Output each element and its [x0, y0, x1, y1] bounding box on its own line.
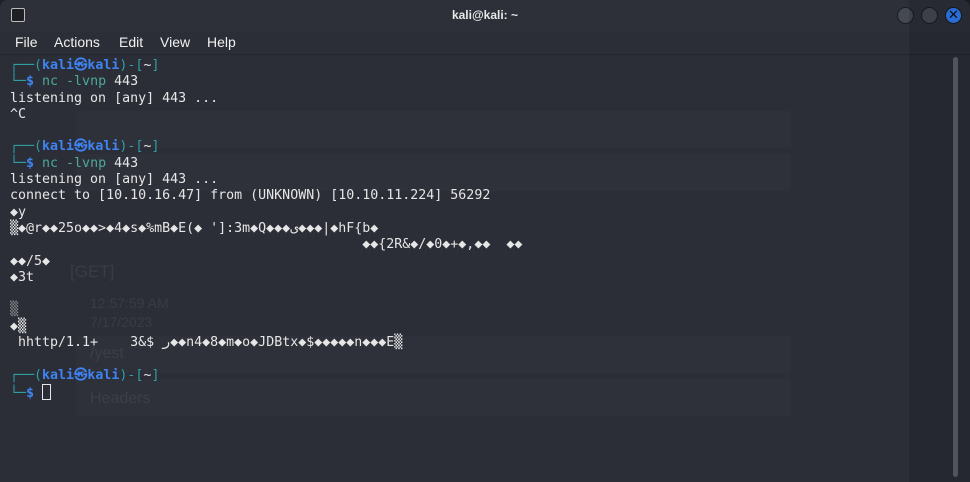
terminal-text: ┌──(	[10, 367, 43, 383]
output-line: ◆▒	[10, 318, 27, 334]
output-line: ^C	[10, 106, 27, 122]
output-line: hhttp/1.1+ 3&$ ر◆◆n4◆8◆m◆o◆JDBtx◆$◆◆◆◆◆n…	[10, 335, 403, 351]
side-shade	[909, 0, 970, 482]
terminal-text: ㉿	[74, 139, 88, 155]
menu-bar: File Actions Edit View Help	[0, 32, 970, 55]
output-line: ▒◆@r◆◆25o◆◆>◆4◆s◆%mB◆E(◆ ']:3m◆Q◆◆◆ى◆◆◆|…	[10, 220, 379, 236]
terminal-text: ]	[151, 58, 160, 73]
terminal-text: kali	[87, 139, 120, 155]
terminal-text: $	[26, 155, 43, 171]
output-line: connect to [10.10.16.47] from (UNKNOWN) …	[10, 188, 491, 204]
output-line: ◆◆{2R&◆/◆0◆+◆,◆◆ ◆◆	[10, 237, 523, 253]
terminal-text: kali	[42, 367, 75, 383]
output-line: ◆◆/5◆	[10, 253, 51, 269]
terminal-text: ㉿	[74, 367, 88, 383]
command-line: └─$	[10, 383, 522, 401]
terminal-text: ┌──(	[10, 139, 43, 155]
window-title: kali@kali: ~	[451, 8, 519, 22]
menu-edit[interactable]: Edit	[119, 34, 143, 50]
menu-actions[interactable]: Actions	[54, 34, 100, 50]
terminal-text: └─	[10, 385, 27, 401]
terminal-text: kali	[42, 58, 75, 73]
command-line: └─$ nc -lvnp 443	[10, 74, 522, 90]
terminal-window: [GET] 12:57:59 AM 7/17/2023 /yest Header…	[0, 0, 970, 482]
terminal-text: └─	[10, 155, 27, 171]
terminal-text: )-[	[119, 139, 144, 155]
output-line: ◆y	[10, 204, 27, 220]
output-line: listening on [any] 443 ...	[10, 90, 219, 106]
terminal-text: 443	[114, 74, 139, 90]
terminal-text: nc -lvnp	[42, 74, 107, 90]
terminal-text: ┌──(	[10, 58, 43, 73]
menu-view[interactable]: View	[160, 34, 190, 50]
terminal-text: ]	[151, 367, 160, 383]
terminal-text: nc -lvnp	[42, 155, 107, 171]
prompt-line: ┌──(kali㉿kali)-[~]	[10, 368, 522, 384]
menu-file[interactable]: File	[15, 34, 38, 50]
scrollbar[interactable]	[953, 57, 958, 477]
text-cursor	[42, 383, 52, 400]
terminal-output[interactable]: ┌──(kali㉿kali)-[~] └─$ nc -lvnp 443 list…	[10, 58, 523, 401]
terminal-text: └─	[10, 74, 27, 90]
terminal-text: kali	[42, 139, 75, 155]
terminal-text: )-[	[119, 367, 144, 383]
prompt-line: ┌──(kali㉿kali)-[~]	[10, 58, 522, 74]
output-line: listening on [any] 443 ...	[10, 172, 219, 188]
prompt-line: ┌──(kali㉿kali)-[~]	[10, 139, 522, 155]
terminal-text: ㉿	[74, 58, 88, 73]
command-line: └─$ nc -lvnp 443	[10, 156, 522, 172]
terminal-text: kali	[87, 58, 120, 73]
terminal-text: $	[26, 385, 43, 401]
menu-help[interactable]: Help	[207, 34, 236, 50]
terminal-text: $	[26, 74, 43, 90]
terminal-text: kali	[87, 367, 120, 383]
terminal-text: 443	[114, 155, 139, 171]
output-line: ◆3t	[10, 269, 35, 285]
terminal-text: )-[	[119, 58, 144, 73]
terminal-text: ]	[151, 139, 160, 155]
title-bar: kali@kali: ~ ✕	[0, 0, 970, 32]
output-line: ▒	[10, 302, 19, 318]
